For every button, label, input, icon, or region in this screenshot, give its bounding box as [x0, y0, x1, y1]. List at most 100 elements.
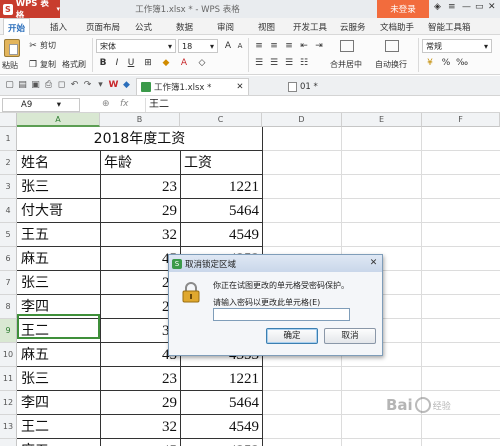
header-name[interactable]: 姓名: [18, 151, 100, 175]
preview-icon[interactable]: ◻: [56, 80, 67, 91]
cell-age[interactable]: 23: [101, 175, 180, 199]
row-header[interactable]: 5: [0, 223, 17, 247]
font-color-icon[interactable]: A: [178, 57, 190, 69]
indent-increase-icon[interactable]: ⇥: [313, 40, 325, 52]
row-header[interactable]: 6: [0, 247, 17, 271]
format-painter-button[interactable]: 格式刷: [62, 59, 86, 70]
cell-age[interactable]: 29: [101, 391, 180, 415]
close-tab-icon[interactable]: ✕: [236, 82, 243, 92]
menu-icon[interactable]: ≡: [448, 2, 456, 12]
tab-doc-assistant[interactable]: 文档助手: [380, 21, 414, 33]
distribute-icon[interactable]: ☷: [298, 57, 310, 69]
column-header-e[interactable]: E: [342, 113, 422, 127]
skin-icon[interactable]: ◈: [434, 2, 441, 12]
undo-icon[interactable]: ↶: [69, 80, 80, 91]
thousands-icon[interactable]: ‰: [456, 57, 468, 69]
row-header[interactable]: 8: [0, 295, 17, 319]
row-header[interactable]: 13: [0, 415, 17, 439]
row-header[interactable]: 14: [0, 439, 17, 446]
doc-tab-01[interactable]: 01 *: [284, 78, 322, 95]
fill-color-icon[interactable]: ◆: [160, 57, 172, 69]
border-icon[interactable]: ⊞: [142, 57, 154, 69]
cube-icon[interactable]: ◆: [121, 80, 132, 91]
cell-age[interactable]: 45: [101, 439, 180, 446]
column-header-f[interactable]: F: [422, 113, 500, 127]
cell-name[interactable]: 王二: [18, 415, 100, 439]
row-header[interactable]: 7: [0, 271, 17, 295]
copy-button[interactable]: ❐ 复制: [28, 59, 56, 70]
italic-icon[interactable]: I: [111, 57, 123, 69]
font-name-select[interactable]: 宋体 ▾: [96, 39, 176, 53]
tab-view[interactable]: 视图: [258, 21, 275, 33]
cut-button[interactable]: ✂ 剪切: [28, 40, 56, 51]
ok-button[interactable]: 确定: [266, 328, 318, 344]
redo-icon[interactable]: ↷: [82, 80, 93, 91]
indent-decrease-icon[interactable]: ⇤: [298, 40, 310, 52]
dialog-title-bar[interactable]: S 取消锁定区域 ✕: [169, 255, 382, 272]
cell-salary[interactable]: 5464: [181, 391, 262, 415]
cell-salary[interactable]: 4353: [181, 439, 262, 446]
column-header-c[interactable]: C: [180, 113, 262, 127]
header-salary[interactable]: 工资: [181, 151, 262, 175]
align-center-icon[interactable]: ☰: [268, 57, 280, 69]
column-header-a[interactable]: A: [17, 113, 100, 127]
cell-salary[interactable]: 5464: [181, 199, 262, 223]
row-header[interactable]: 1: [0, 127, 17, 151]
print-icon[interactable]: ⎙: [43, 80, 54, 91]
align-middle-icon[interactable]: ≡: [268, 40, 280, 52]
open-icon[interactable]: ▤: [17, 80, 28, 91]
save-icon[interactable]: ▣: [30, 80, 41, 91]
close-icon[interactable]: ✕: [367, 257, 380, 269]
clear-format-icon[interactable]: ◇: [196, 57, 208, 69]
align-top-icon[interactable]: ≡: [253, 40, 265, 52]
row-header[interactable]: 10: [0, 343, 17, 367]
minimize-icon[interactable]: —: [462, 2, 471, 12]
row-header[interactable]: 9: [0, 319, 17, 343]
cell-age[interactable]: 29: [101, 199, 180, 223]
table-title[interactable]: 2018年度工资: [18, 127, 261, 151]
header-age[interactable]: 年龄: [101, 151, 180, 175]
close-icon[interactable]: ✕: [488, 2, 496, 12]
cell-name[interactable]: 麻五: [18, 247, 100, 271]
underline-icon[interactable]: U: [125, 57, 137, 69]
select-all-corner[interactable]: [0, 113, 17, 127]
font-size-select[interactable]: 18 ▾: [178, 39, 218, 53]
fx-icon[interactable]: fx: [120, 99, 129, 109]
cell-name[interactable]: 王五: [18, 223, 100, 247]
row-header[interactable]: 2: [0, 151, 17, 175]
cell-salary[interactable]: 1221: [181, 175, 262, 199]
customize-icon[interactable]: ▾: [95, 80, 106, 91]
cell-name[interactable]: 张三: [18, 367, 100, 391]
tab-formulas[interactable]: 公式: [135, 21, 152, 33]
cell-name[interactable]: 麻五: [18, 439, 100, 446]
cell-salary[interactable]: 4549: [181, 415, 262, 439]
number-format-select[interactable]: 常规 ▾: [422, 39, 492, 53]
cell-name[interactable]: 李四: [18, 391, 100, 415]
cell-name[interactable]: 张三: [18, 175, 100, 199]
tab-home[interactable]: 开始: [3, 18, 31, 35]
tab-smart-toolbox[interactable]: 智能工具箱: [428, 21, 471, 33]
align-bottom-icon[interactable]: ≡: [283, 40, 295, 52]
zoom-icon[interactable]: ⊕: [102, 99, 110, 109]
cell-name[interactable]: 张三: [18, 271, 100, 295]
align-left-icon[interactable]: ☰: [253, 57, 265, 69]
tab-review[interactable]: 审阅: [217, 21, 234, 33]
maximize-icon[interactable]: ▭: [475, 2, 484, 12]
bold-icon[interactable]: B: [97, 57, 109, 69]
wps-w-icon[interactable]: W: [108, 80, 119, 91]
new-file-icon[interactable]: ▢: [4, 80, 15, 91]
align-right-icon[interactable]: ☰: [283, 57, 295, 69]
cell-salary[interactable]: 4549: [181, 223, 262, 247]
tab-insert[interactable]: 插入: [50, 21, 67, 33]
cell-age[interactable]: 32: [101, 415, 180, 439]
row-header[interactable]: 11: [0, 367, 17, 391]
currency-icon[interactable]: ¥: [424, 57, 436, 69]
column-header-d[interactable]: D: [262, 113, 342, 127]
cell-age[interactable]: 23: [101, 367, 180, 391]
cell-name[interactable]: 付大哥: [18, 199, 100, 223]
login-button[interactable]: 未登录: [377, 0, 429, 18]
tab-developer[interactable]: 开发工具: [293, 21, 327, 33]
formula-input[interactable]: 王二: [145, 98, 498, 112]
cell-age[interactable]: 32: [101, 223, 180, 247]
password-input[interactable]: [213, 308, 350, 321]
